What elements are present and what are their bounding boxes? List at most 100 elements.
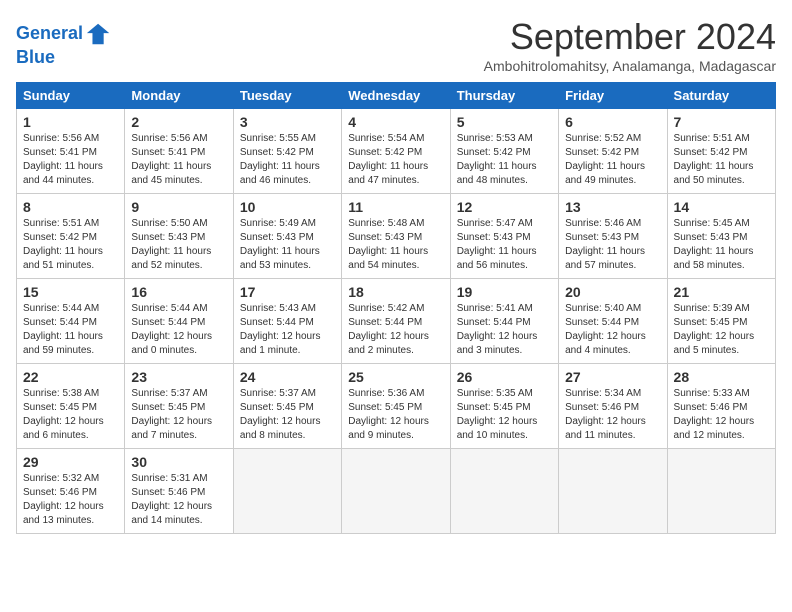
- table-row: 7 Sunrise: 5:51 AMSunset: 5:42 PMDayligh…: [667, 109, 775, 194]
- day-number: 23: [131, 369, 226, 385]
- day-number: 18: [348, 284, 443, 300]
- day-number: 22: [23, 369, 118, 385]
- day-info: Sunrise: 5:53 AMSunset: 5:42 PMDaylight:…: [457, 133, 537, 186]
- day-number: 24: [240, 369, 335, 385]
- day-info: Sunrise: 5:32 AMSunset: 5:46 PMDaylight:…: [23, 473, 104, 526]
- table-row: 10 Sunrise: 5:49 AMSunset: 5:43 PMDaylig…: [233, 194, 341, 279]
- col-friday: Friday: [559, 83, 667, 109]
- table-row: 2 Sunrise: 5:56 AMSunset: 5:41 PMDayligh…: [125, 109, 233, 194]
- logo-icon: [85, 20, 113, 48]
- table-row: 19 Sunrise: 5:41 AMSunset: 5:44 PMDaylig…: [450, 279, 558, 364]
- day-info: Sunrise: 5:43 AMSunset: 5:44 PMDaylight:…: [240, 303, 321, 356]
- day-number: 29: [23, 454, 118, 470]
- day-number: 5: [457, 114, 552, 130]
- day-number: 16: [131, 284, 226, 300]
- day-number: 2: [131, 114, 226, 130]
- table-row: 21 Sunrise: 5:39 AMSunset: 5:45 PMDaylig…: [667, 279, 775, 364]
- day-info: Sunrise: 5:47 AMSunset: 5:43 PMDaylight:…: [457, 218, 537, 271]
- table-row: 11 Sunrise: 5:48 AMSunset: 5:43 PMDaylig…: [342, 194, 450, 279]
- table-row: [233, 449, 341, 534]
- table-row: 9 Sunrise: 5:50 AMSunset: 5:43 PMDayligh…: [125, 194, 233, 279]
- day-number: 19: [457, 284, 552, 300]
- table-row: 17 Sunrise: 5:43 AMSunset: 5:44 PMDaylig…: [233, 279, 341, 364]
- day-info: Sunrise: 5:34 AMSunset: 5:46 PMDaylight:…: [565, 388, 646, 441]
- table-row: 20 Sunrise: 5:40 AMSunset: 5:44 PMDaylig…: [559, 279, 667, 364]
- calendar-table: Sunday Monday Tuesday Wednesday Thursday…: [16, 82, 776, 534]
- logo: General Blue: [16, 20, 113, 68]
- day-number: 8: [23, 199, 118, 215]
- day-info: Sunrise: 5:56 AMSunset: 5:41 PMDaylight:…: [23, 133, 103, 186]
- table-row: 12 Sunrise: 5:47 AMSunset: 5:43 PMDaylig…: [450, 194, 558, 279]
- logo-text: General: [16, 24, 83, 44]
- day-info: Sunrise: 5:37 AMSunset: 5:45 PMDaylight:…: [131, 388, 212, 441]
- table-row: 3 Sunrise: 5:55 AMSunset: 5:42 PMDayligh…: [233, 109, 341, 194]
- day-info: Sunrise: 5:45 AMSunset: 5:43 PMDaylight:…: [674, 218, 754, 271]
- table-row: 15 Sunrise: 5:44 AMSunset: 5:44 PMDaylig…: [17, 279, 125, 364]
- table-row: 27 Sunrise: 5:34 AMSunset: 5:46 PMDaylig…: [559, 364, 667, 449]
- day-info: Sunrise: 5:51 AMSunset: 5:42 PMDaylight:…: [23, 218, 103, 271]
- day-info: Sunrise: 5:38 AMSunset: 5:45 PMDaylight:…: [23, 388, 104, 441]
- col-thursday: Thursday: [450, 83, 558, 109]
- day-number: 30: [131, 454, 226, 470]
- day-info: Sunrise: 5:40 AMSunset: 5:44 PMDaylight:…: [565, 303, 646, 356]
- month-title: September 2024: [484, 16, 776, 58]
- day-info: Sunrise: 5:46 AMSunset: 5:43 PMDaylight:…: [565, 218, 645, 271]
- day-number: 17: [240, 284, 335, 300]
- table-row: 23 Sunrise: 5:37 AMSunset: 5:45 PMDaylig…: [125, 364, 233, 449]
- table-row: [667, 449, 775, 534]
- day-number: 21: [674, 284, 769, 300]
- day-info: Sunrise: 5:42 AMSunset: 5:44 PMDaylight:…: [348, 303, 429, 356]
- table-row: 26 Sunrise: 5:35 AMSunset: 5:45 PMDaylig…: [450, 364, 558, 449]
- day-info: Sunrise: 5:39 AMSunset: 5:45 PMDaylight:…: [674, 303, 755, 356]
- day-number: 3: [240, 114, 335, 130]
- day-number: 14: [674, 199, 769, 215]
- page-header: General Blue September 2024 Ambohitrolom…: [16, 16, 776, 74]
- table-row: 18 Sunrise: 5:42 AMSunset: 5:44 PMDaylig…: [342, 279, 450, 364]
- day-number: 20: [565, 284, 660, 300]
- table-row: 5 Sunrise: 5:53 AMSunset: 5:42 PMDayligh…: [450, 109, 558, 194]
- day-info: Sunrise: 5:35 AMSunset: 5:45 PMDaylight:…: [457, 388, 538, 441]
- calendar-header-row: Sunday Monday Tuesday Wednesday Thursday…: [17, 83, 776, 109]
- day-info: Sunrise: 5:51 AMSunset: 5:42 PMDaylight:…: [674, 133, 754, 186]
- day-number: 1: [23, 114, 118, 130]
- day-number: 7: [674, 114, 769, 130]
- day-info: Sunrise: 5:52 AMSunset: 5:42 PMDaylight:…: [565, 133, 645, 186]
- day-number: 13: [565, 199, 660, 215]
- day-info: Sunrise: 5:37 AMSunset: 5:45 PMDaylight:…: [240, 388, 321, 441]
- day-number: 9: [131, 199, 226, 215]
- table-row: [559, 449, 667, 534]
- day-info: Sunrise: 5:33 AMSunset: 5:46 PMDaylight:…: [674, 388, 755, 441]
- day-number: 10: [240, 199, 335, 215]
- table-row: [450, 449, 558, 534]
- table-row: 4 Sunrise: 5:54 AMSunset: 5:42 PMDayligh…: [342, 109, 450, 194]
- table-row: 8 Sunrise: 5:51 AMSunset: 5:42 PMDayligh…: [17, 194, 125, 279]
- day-number: 28: [674, 369, 769, 385]
- table-row: [342, 449, 450, 534]
- day-info: Sunrise: 5:56 AMSunset: 5:41 PMDaylight:…: [131, 133, 211, 186]
- table-row: 13 Sunrise: 5:46 AMSunset: 5:43 PMDaylig…: [559, 194, 667, 279]
- table-row: 22 Sunrise: 5:38 AMSunset: 5:45 PMDaylig…: [17, 364, 125, 449]
- table-row: 16 Sunrise: 5:44 AMSunset: 5:44 PMDaylig…: [125, 279, 233, 364]
- day-number: 26: [457, 369, 552, 385]
- table-row: 24 Sunrise: 5:37 AMSunset: 5:45 PMDaylig…: [233, 364, 341, 449]
- day-number: 25: [348, 369, 443, 385]
- table-row: 6 Sunrise: 5:52 AMSunset: 5:42 PMDayligh…: [559, 109, 667, 194]
- day-number: 15: [23, 284, 118, 300]
- day-info: Sunrise: 5:44 AMSunset: 5:44 PMDaylight:…: [131, 303, 212, 356]
- col-saturday: Saturday: [667, 83, 775, 109]
- day-info: Sunrise: 5:50 AMSunset: 5:43 PMDaylight:…: [131, 218, 211, 271]
- day-number: 27: [565, 369, 660, 385]
- day-info: Sunrise: 5:49 AMSunset: 5:43 PMDaylight:…: [240, 218, 320, 271]
- day-info: Sunrise: 5:55 AMSunset: 5:42 PMDaylight:…: [240, 133, 320, 186]
- table-row: 30 Sunrise: 5:31 AMSunset: 5:46 PMDaylig…: [125, 449, 233, 534]
- title-section: September 2024 Ambohitrolomahitsy, Anala…: [484, 16, 776, 74]
- day-number: 11: [348, 199, 443, 215]
- location-subtitle: Ambohitrolomahitsy, Analamanga, Madagasc…: [484, 58, 776, 74]
- day-info: Sunrise: 5:41 AMSunset: 5:44 PMDaylight:…: [457, 303, 538, 356]
- day-number: 4: [348, 114, 443, 130]
- table-row: 29 Sunrise: 5:32 AMSunset: 5:46 PMDaylig…: [17, 449, 125, 534]
- day-info: Sunrise: 5:31 AMSunset: 5:46 PMDaylight:…: [131, 473, 212, 526]
- col-sunday: Sunday: [17, 83, 125, 109]
- col-monday: Monday: [125, 83, 233, 109]
- table-row: 25 Sunrise: 5:36 AMSunset: 5:45 PMDaylig…: [342, 364, 450, 449]
